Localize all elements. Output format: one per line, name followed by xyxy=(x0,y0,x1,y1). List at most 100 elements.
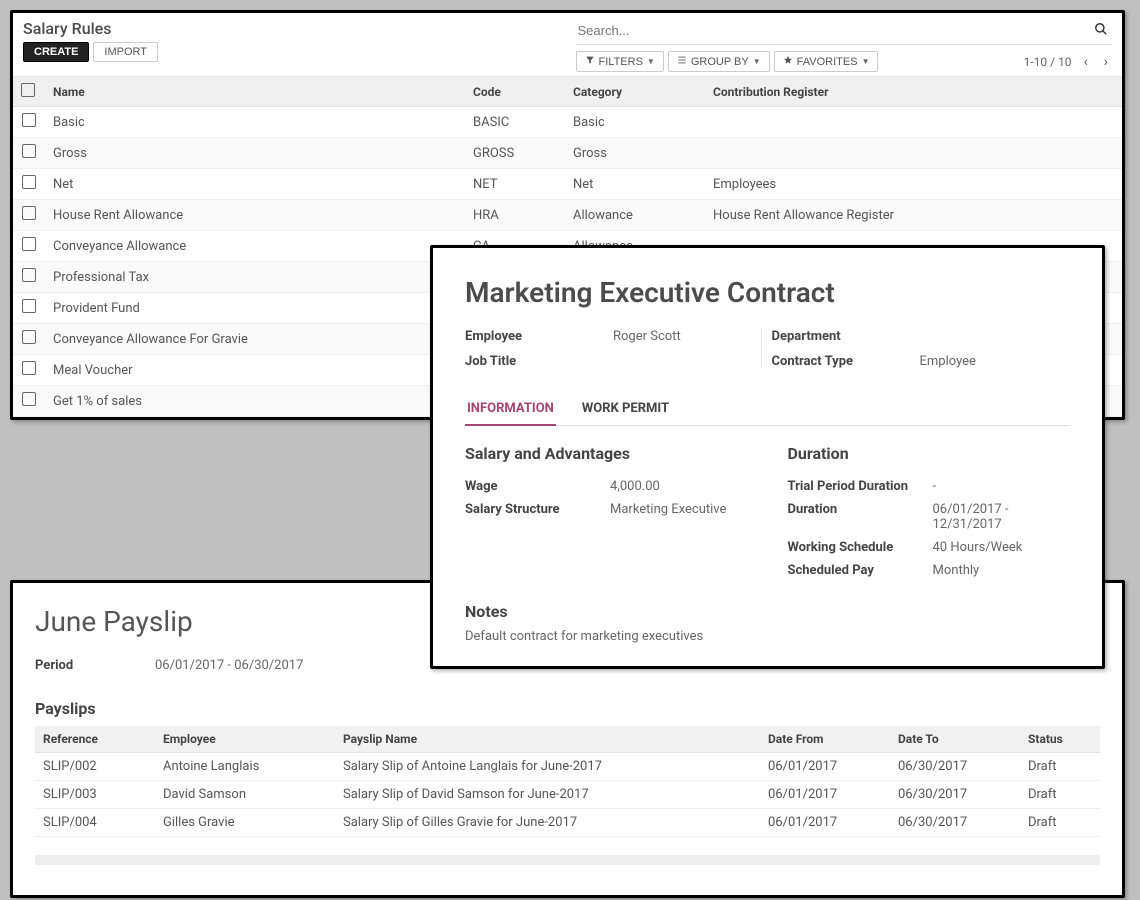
cell-employee: Antoine Langlais xyxy=(155,753,335,781)
caret-down-icon: ▼ xyxy=(647,57,655,66)
cell-reference: SLIP/002 xyxy=(35,753,155,781)
divider xyxy=(761,329,762,369)
cell-category: Gross xyxy=(565,138,705,169)
department-value xyxy=(920,329,1071,344)
import-button[interactable]: IMPORT xyxy=(93,42,158,62)
cell-contribution xyxy=(705,107,1122,138)
cell-code: HRA xyxy=(465,200,565,231)
search-row xyxy=(576,19,1113,45)
select-all-checkbox[interactable] xyxy=(21,83,35,97)
col-status[interactable]: Status xyxy=(1020,726,1100,753)
pager-range: 1-10 / 10 xyxy=(1024,55,1072,69)
contract-tabs: INFORMATION WORK PERMIT xyxy=(465,393,1070,426)
row-checkbox[interactable] xyxy=(22,144,36,158)
schedule-value: 40 Hours/Week xyxy=(933,540,1071,555)
row-checkbox[interactable] xyxy=(22,268,36,282)
row-checkbox-cell xyxy=(13,355,45,386)
funnel-icon xyxy=(585,55,595,68)
row-checkbox[interactable] xyxy=(22,330,36,344)
table-row[interactable]: SLIP/003David SamsonSalary Slip of David… xyxy=(35,781,1100,809)
search-input[interactable] xyxy=(576,19,1091,42)
cell-employee: David Samson xyxy=(155,781,335,809)
cell-date-from: 06/01/2017 xyxy=(760,753,890,781)
cell-name: Meal Voucher xyxy=(45,355,465,386)
cell-name: Basic xyxy=(45,107,465,138)
caret-down-icon: ▼ xyxy=(753,57,761,66)
row-checkbox[interactable] xyxy=(22,299,36,313)
search-icon[interactable] xyxy=(1090,22,1112,40)
table-row[interactable]: NetNETNetEmployees xyxy=(13,169,1122,200)
duration-row: Duration 06/01/2017 - 12/31/2017 xyxy=(788,498,1071,536)
row-checkbox[interactable] xyxy=(22,237,36,251)
scheduled-pay-row: Scheduled Pay Monthly xyxy=(788,559,1071,582)
col-name[interactable]: Name xyxy=(45,77,465,107)
pager-prev[interactable]: ‹ xyxy=(1080,54,1092,70)
contract-panel: Marketing Executive Contract Employee Ro… xyxy=(430,245,1105,669)
table-row[interactable]: GrossGROSSGross xyxy=(13,138,1122,169)
notes-text: Default contract for marketing executive… xyxy=(465,629,1070,644)
row-checkbox[interactable] xyxy=(22,361,36,375)
employee-value: Roger Scott xyxy=(613,329,764,344)
col-reference[interactable]: Reference xyxy=(35,726,155,753)
table-row[interactable]: BasicBASICBasic xyxy=(13,107,1122,138)
row-checkbox[interactable] xyxy=(22,206,36,220)
job-title-label: Job Title xyxy=(465,354,605,369)
row-checkbox-cell xyxy=(13,138,45,169)
trial-value: - xyxy=(933,479,1071,494)
cell-reference: SLIP/004 xyxy=(35,809,155,837)
col-contribution[interactable]: Contribution Register xyxy=(705,77,1122,107)
cell-payslip-name: Salary Slip of Antoine Langlais for June… xyxy=(335,753,760,781)
cell-contribution xyxy=(705,138,1122,169)
cell-code: GROSS xyxy=(465,138,565,169)
salary-structure-row: Salary Structure Marketing Executive xyxy=(465,498,748,521)
payslip-table: Reference Employee Payslip Name Date Fro… xyxy=(35,726,1100,837)
salary-rules-header-left: Salary Rules CREATE IMPORT xyxy=(13,13,570,70)
list-icon xyxy=(677,55,687,68)
salary-rules-header: Salary Rules CREATE IMPORT FILTERS ▼ xyxy=(13,13,1122,77)
cell-name: House Rent Allowance xyxy=(45,200,465,231)
salary-rules-header-right: FILTERS ▼ GROUP BY ▼ FAVORITES ▼ xyxy=(570,13,1123,76)
filters-button[interactable]: FILTERS ▼ xyxy=(576,51,664,72)
salary-structure-label: Salary Structure xyxy=(465,502,610,517)
salary-rules-header-row: Name Code Category Contribution Register xyxy=(13,77,1122,107)
wage-row: Wage 4,000.00 xyxy=(465,475,748,498)
table-row[interactable]: SLIP/004Gilles GravieSalary Slip of Gill… xyxy=(35,809,1100,837)
cell-name: Professional Tax xyxy=(45,262,465,293)
tab-information[interactable]: INFORMATION xyxy=(465,393,556,426)
cell-date-to: 06/30/2017 xyxy=(890,809,1020,837)
duration-value: 06/01/2017 - 12/31/2017 xyxy=(933,502,1071,532)
row-checkbox-cell xyxy=(13,324,45,355)
row-checkbox[interactable] xyxy=(22,113,36,127)
col-date-from[interactable]: Date From xyxy=(760,726,890,753)
cell-name: Provident Fund xyxy=(45,293,465,324)
cell-reference: SLIP/003 xyxy=(35,781,155,809)
contract-info-grid: Employee Roger Scott Department Job Titl… xyxy=(465,329,1070,369)
col-date-to[interactable]: Date To xyxy=(890,726,1020,753)
payslips-heading: Payslips xyxy=(35,699,1100,718)
cell-payslip-name: Salary Slip of Gilles Gravie for June-20… xyxy=(335,809,760,837)
duration-section-heading: Duration xyxy=(788,444,1071,463)
create-button[interactable]: CREATE xyxy=(23,42,89,62)
cell-date-to: 06/30/2017 xyxy=(890,753,1020,781)
contract-type-label: Contract Type xyxy=(772,354,912,369)
col-code[interactable]: Code xyxy=(465,77,565,107)
row-checkbox[interactable] xyxy=(22,175,36,189)
cell-date-from: 06/01/2017 xyxy=(760,781,890,809)
horizontal-scrollbar[interactable] xyxy=(35,855,1100,865)
table-row[interactable]: SLIP/002Antoine LanglaisSalary Slip of A… xyxy=(35,753,1100,781)
row-checkbox[interactable] xyxy=(22,392,36,406)
pager-next[interactable]: › xyxy=(1100,54,1112,70)
contract-type-value: Employee xyxy=(920,354,1071,369)
col-payslip-name[interactable]: Payslip Name xyxy=(335,726,760,753)
cell-status: Draft xyxy=(1020,809,1100,837)
favorites-button[interactable]: FAVORITES ▼ xyxy=(774,51,879,72)
group-by-label: GROUP BY xyxy=(691,56,749,68)
cell-date-from: 06/01/2017 xyxy=(760,809,890,837)
table-row[interactable]: House Rent AllowanceHRAAllowanceHouse Re… xyxy=(13,200,1122,231)
col-category[interactable]: Category xyxy=(565,77,705,107)
row-checkbox-cell xyxy=(13,293,45,324)
col-employee[interactable]: Employee xyxy=(155,726,335,753)
group-by-button[interactable]: GROUP BY ▼ xyxy=(668,51,770,72)
trial-row: Trial Period Duration - xyxy=(788,475,1071,498)
tab-work-permit[interactable]: WORK PERMIT xyxy=(580,393,671,425)
